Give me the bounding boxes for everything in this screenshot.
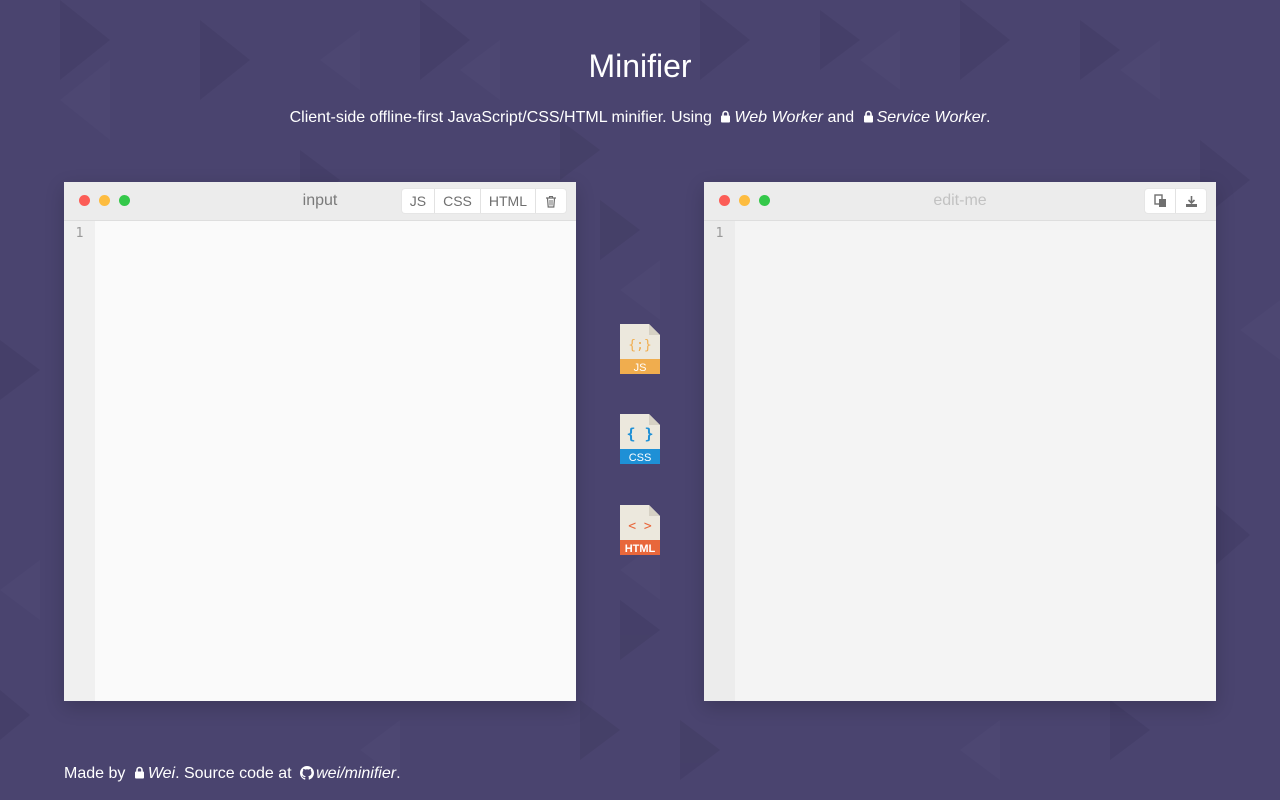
js-file-icon[interactable]: {;} JS (620, 324, 660, 374)
css-button[interactable]: CSS (434, 189, 480, 213)
input-code-area[interactable]: 1 (64, 221, 576, 701)
author-link[interactable]: Wei (148, 765, 175, 782)
download-button[interactable] (1175, 189, 1206, 213)
line-number: 1 (704, 221, 735, 701)
input-text-area[interactable] (95, 221, 576, 701)
repo-link[interactable]: wei/minifier (316, 765, 396, 782)
output-code-area[interactable]: 1 (704, 221, 1216, 701)
service-worker-link[interactable]: Service Worker (877, 109, 986, 126)
css-file-glyph: { } (626, 425, 653, 443)
css-file-label: CSS (629, 452, 652, 464)
github-icon (300, 766, 315, 780)
footer: Made by Wei. Source code at wei/minifier… (64, 765, 401, 783)
copy-icon (1153, 194, 1166, 207)
subtitle: Client-side offline-first JavaScript/CSS… (0, 109, 1280, 127)
html-file-label: HTML (625, 543, 656, 555)
js-file-glyph: {;} (628, 338, 651, 353)
subtitle-middle: and (827, 109, 855, 126)
output-title[interactable]: edit-me (704, 182, 1216, 220)
line-number: 1 (64, 221, 95, 701)
html-file-icon[interactable]: < > HTML (620, 505, 660, 555)
html-button[interactable]: HTML (479, 189, 535, 213)
output-button-group (1145, 189, 1206, 213)
lock-icon (721, 110, 731, 123)
lock-icon (863, 110, 873, 123)
footer-end: . (396, 765, 401, 782)
css-file-icon[interactable]: { } CSS (620, 414, 660, 464)
web-worker-link[interactable]: Web Worker (734, 109, 823, 126)
input-titlebar: input JS CSS HTML (64, 182, 576, 221)
copy-button[interactable] (1145, 189, 1175, 213)
clear-button[interactable] (535, 189, 566, 213)
lock-icon (134, 766, 144, 779)
language-button-group: JS CSS HTML (401, 189, 566, 213)
html-file-glyph: < > (628, 519, 652, 534)
js-file-label: JS (634, 362, 647, 374)
subtitle-suffix: . (985, 109, 991, 126)
output-text-area[interactable] (735, 221, 1216, 701)
trash-icon (546, 195, 556, 208)
subtitle-prefix: Client-side offline-first JavaScript/CSS… (289, 109, 712, 126)
js-button[interactable]: JS (402, 189, 434, 213)
page-title: Minifier (588, 48, 692, 84)
output-editor: edit-me 1 (704, 182, 1216, 701)
footer-source-text: . Source code at (175, 765, 292, 782)
input-editor: input JS CSS HTML 1 (64, 182, 576, 701)
output-titlebar: edit-me (704, 182, 1216, 221)
footer-made-by: Made by (64, 765, 126, 782)
download-icon (1185, 195, 1197, 207)
